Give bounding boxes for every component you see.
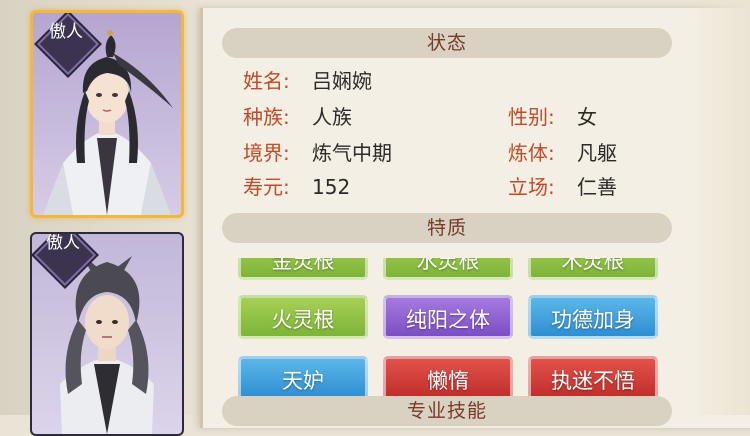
traits-grid[interactable]: 金灵根 水灵根 木灵根 火灵根 纯阳之体 功德加身 天妒 懒惰 执迷不悟 <box>222 258 692 418</box>
lifespan-label: 寿元: <box>243 175 290 199</box>
body-label: 炼体: <box>508 141 555 165</box>
race-label: 种族: <box>243 105 290 129</box>
trait-badge[interactable]: 功德加身 <box>528 295 658 339</box>
realm-label: 境界: <box>243 141 290 165</box>
rank-badge: 傲人 <box>33 233 97 287</box>
rank-text: 傲人 <box>46 233 80 253</box>
trait-badge[interactable]: 水灵根 <box>383 258 513 280</box>
rank-badge: 傲人 <box>36 13 100 76</box>
body-value: 凡躯 <box>577 141 617 165</box>
realm-value: 炼气中期 <box>312 141 392 165</box>
name-value: 吕娴婉 <box>312 69 372 93</box>
trait-badge[interactable]: 火灵根 <box>238 295 368 339</box>
panel-edge-decoration <box>690 0 750 415</box>
stance-value: 仁善 <box>577 175 617 199</box>
traits-section-header: 特质 <box>222 213 672 243</box>
skills-section-header: 专业技能 <box>222 396 672 426</box>
rank-text: 傲人 <box>49 22 83 42</box>
status-section-header: 状态 <box>222 28 672 58</box>
race-value: 人族 <box>312 105 352 129</box>
character-card-selected[interactable]: 傲人 <box>30 10 184 218</box>
gender-value: 女 <box>577 105 597 129</box>
trait-badge[interactable]: 天妒 <box>238 356 368 400</box>
trait-badge[interactable]: 懒惰 <box>383 356 513 400</box>
trait-badge[interactable]: 纯阳之体 <box>383 295 513 339</box>
trait-badge[interactable]: 执迷不悟 <box>528 356 658 400</box>
name-label: 姓名: <box>243 69 290 93</box>
character-card[interactable]: 傲人 <box>30 232 184 436</box>
gender-label: 性别: <box>508 105 555 129</box>
stance-label: 立场: <box>508 175 555 199</box>
trait-badge[interactable]: 金灵根 <box>238 258 368 280</box>
lifespan-value: 152 <box>312 175 351 199</box>
trait-badge[interactable]: 木灵根 <box>528 258 658 280</box>
